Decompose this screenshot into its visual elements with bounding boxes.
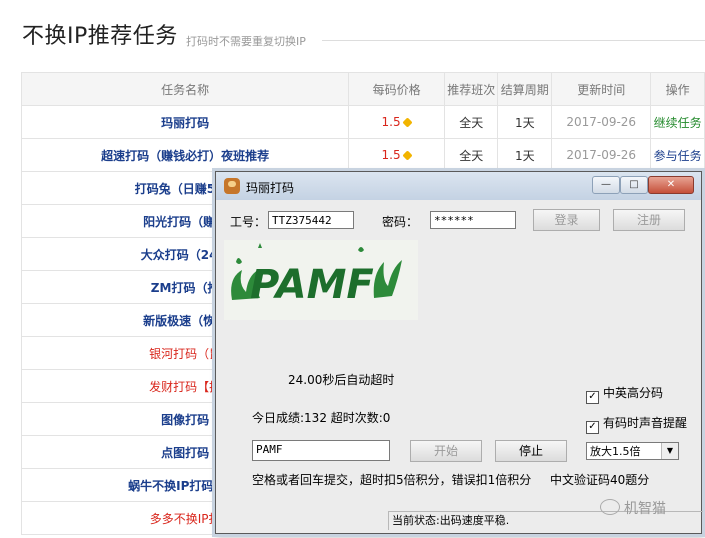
task-link[interactable]: 多多不换IP打 [150, 512, 221, 526]
task-link[interactable]: 图像打码 [161, 413, 209, 427]
watermark: 机智猫 [600, 498, 666, 518]
task-link[interactable]: 发财打码【推 [149, 380, 221, 394]
captcha-image: PAMF [224, 240, 418, 320]
window-titlebar[interactable]: 玛丽打码 — □ ✕ [216, 172, 701, 200]
header-update-time: 更新时间 [551, 72, 652, 106]
high-score-label: 中英高分码 [603, 386, 664, 400]
diamond-icon [402, 117, 413, 128]
job-id-label: 工号： [230, 215, 267, 229]
diamond-icon [402, 150, 413, 161]
period-cell: 1天 [497, 105, 553, 139]
shift-cell: 全天 [443, 105, 499, 139]
maximize-button[interactable]: □ [620, 176, 648, 194]
task-link[interactable]: 点图打码 [161, 446, 209, 460]
shift-cell: 全天 [443, 138, 499, 172]
task-link[interactable]: 玛丽打码 [161, 116, 209, 130]
chinese-captcha-note: 中文验证码40题分 [550, 473, 650, 487]
register-button[interactable]: 注册 [613, 209, 685, 231]
zoom-select[interactable]: 放大1.5倍 ▼ [586, 442, 679, 460]
checkbox-checked-icon: ✓ [586, 421, 599, 434]
task-link[interactable]: ZM打码（推 [151, 281, 220, 295]
table-header-row: 任务名称 每码价格 推荐班次 结算周期 更新时间 操作 [20, 72, 705, 106]
timeout-text: 24.00秒后自动超时 [288, 373, 395, 387]
login-button[interactable]: 登录 [533, 209, 600, 231]
header-period: 结算周期 [497, 72, 553, 106]
header-shift: 推荐班次 [443, 72, 499, 106]
captcha-graphic: PAMF [231, 243, 402, 308]
password-label: 密码： [382, 215, 419, 229]
zoom-value: 放大1.5倍 [590, 445, 641, 458]
chevron-down-icon: ▼ [661, 443, 678, 459]
job-id-field[interactable]: TTZ375442 [268, 211, 354, 229]
table-row: 玛丽打码 1.5 全天 1天 2017-09-26 继续任务 [20, 105, 705, 139]
table-row: 超速打码（赚钱必打）夜班推荐 1.5 全天 1天 2017-09-26 参与任务 [20, 138, 705, 172]
task-link[interactable]: 超速打码（赚钱必打）夜班推荐 [101, 149, 269, 163]
close-button[interactable]: ✕ [648, 176, 694, 194]
minimize-button[interactable]: — [592, 176, 620, 194]
password-field[interactable]: ****** [430, 211, 516, 229]
price-value: 1.5 [381, 115, 401, 129]
sound-alert-checkbox[interactable]: ✓ 有码时声音提醒 [586, 414, 687, 434]
window-title: 玛丽打码 [246, 181, 295, 195]
date-cell: 2017-09-26 [551, 105, 652, 139]
sound-alert-label: 有码时声音提醒 [603, 416, 688, 430]
header-task-name: 任务名称 [20, 72, 350, 106]
stop-button[interactable]: 停止 [495, 440, 567, 462]
start-button[interactable]: 开始 [410, 440, 482, 462]
continue-task-link[interactable]: 继续任务 [654, 116, 702, 130]
join-task-link[interactable]: 参与任务 [654, 149, 702, 163]
score-text: 今日成绩:132 超时次数:0 [252, 411, 391, 425]
app-icon [224, 178, 240, 194]
captcha-client-window: 玛丽打码 — □ ✕ 工号： TTZ375442 密码： ****** 登录 注… [215, 171, 703, 534]
checkbox-checked-icon: ✓ [586, 391, 599, 404]
instructions-text: 空格或者回车提交，超时扣5倍积分，错误扣1倍积分 [252, 473, 532, 487]
header-action: 操作 [650, 72, 705, 106]
date-cell: 2017-09-26 [551, 138, 652, 172]
high-score-checkbox[interactable]: ✓ 中英高分码 [586, 384, 663, 404]
wechat-logo-icon [600, 499, 620, 515]
page-subtitle: 打码时不需要重复切换IP [186, 35, 306, 48]
page-title: 不换IP推荐任务 [22, 24, 178, 49]
captcha-text: PAMF [250, 262, 374, 308]
title-divider [322, 40, 705, 41]
watermark-text: 机智猫 [624, 501, 666, 517]
period-cell: 1天 [497, 138, 553, 172]
answer-input[interactable]: PAMF [252, 440, 390, 461]
task-link[interactable]: 银河打码（鼠 [149, 347, 221, 361]
header-price: 每码价格 [348, 72, 445, 106]
price-value: 1.5 [381, 148, 401, 162]
